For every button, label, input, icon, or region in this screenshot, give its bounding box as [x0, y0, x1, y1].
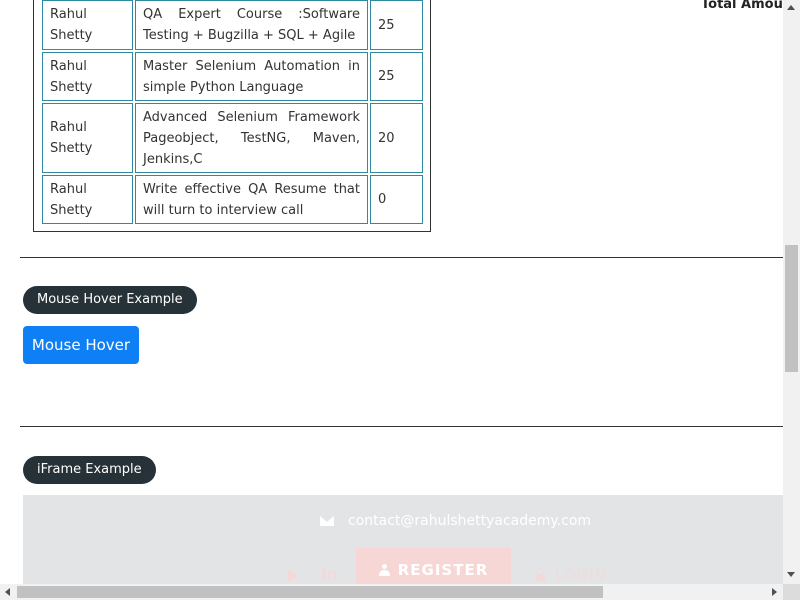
scroll-left-arrow-icon[interactable]	[5, 588, 10, 596]
table-cell-course: Write effective QA Resume that will turn…	[135, 175, 368, 224]
instructor-text: Rahul Shetty	[50, 120, 93, 156]
register-button[interactable]: REGISTER	[356, 548, 511, 584]
youtube-icon[interactable]: ▶	[288, 565, 300, 584]
price-text: 25	[378, 17, 395, 33]
course-text: Write effective QA Resume that will turn…	[143, 181, 360, 218]
table-cell-instructor: Rahul Shetty	[42, 175, 133, 224]
contact-email-text: contact@rahulshettyacademy.com	[348, 513, 592, 529]
total-amount-label: Total Amount	[701, 0, 783, 12]
instructor-text: Rahul Shetty	[50, 58, 93, 95]
table-cell-price: 25	[370, 52, 423, 101]
mouse-hover-button[interactable]: Mouse Hover	[23, 326, 139, 364]
iframe-section-label: iFrame Example	[23, 456, 156, 484]
register-label: REGISTER	[397, 561, 489, 579]
price-text: 20	[378, 130, 395, 146]
instructor-text: Rahul Shetty	[50, 7, 93, 43]
table-cell-instructor: Rahul Shetty	[42, 103, 133, 173]
horizontal-scrollbar[interactable]	[0, 584, 783, 600]
table-cell-course: Master Selenium Automation in simple Pyt…	[135, 52, 368, 101]
scroll-up-arrow-icon[interactable]	[787, 5, 795, 10]
mouse-hover-section-label: Mouse Hover Example	[23, 286, 197, 314]
table-cell-price: 25	[370, 0, 423, 50]
vertical-scrollbar[interactable]	[783, 0, 800, 584]
contact-email[interactable]: contact@rahulshettyacademy.com	[320, 513, 591, 529]
scroll-down-arrow-icon[interactable]	[787, 572, 795, 577]
price-text: 0	[378, 192, 387, 207]
user-icon	[378, 564, 390, 576]
table-cell-price: 20	[370, 103, 423, 173]
course-text: Master Selenium Automation in simple Pyt…	[143, 58, 360, 95]
page-viewport: Rahul Shetty QA Expert Course :Software …	[0, 0, 783, 584]
horizontal-scroll-thumb[interactable]	[17, 586, 603, 598]
table-cell-instructor: Rahul Shetty	[42, 52, 133, 101]
table-cell-course: QA Expert Course :Software Testing + Bug…	[135, 0, 368, 50]
section-divider	[20, 426, 783, 427]
table-cell-price: 0	[370, 175, 423, 224]
section-divider	[20, 257, 783, 258]
linkedin-icon[interactable]: in	[321, 565, 338, 584]
table-cell-instructor: Rahul Shetty	[42, 0, 133, 50]
vertical-scroll-thumb[interactable]	[785, 245, 798, 372]
price-text: 25	[378, 69, 395, 84]
course-text: Advanced Selenium Framework Pageobject, …	[143, 109, 360, 167]
instructor-text: Rahul Shetty	[50, 181, 93, 218]
envelope-icon	[320, 516, 334, 526]
scroll-right-arrow-icon[interactable]	[772, 588, 777, 596]
course-text: QA Expert Course :Software Testing + Bug…	[143, 7, 360, 43]
lock-icon	[536, 567, 545, 581]
login-label: LOGIN	[555, 566, 607, 584]
table-cell-course: Advanced Selenium Framework Pageobject, …	[135, 103, 368, 173]
scrollbar-corner	[783, 584, 800, 600]
login-link[interactable]: LOGIN	[536, 566, 607, 584]
